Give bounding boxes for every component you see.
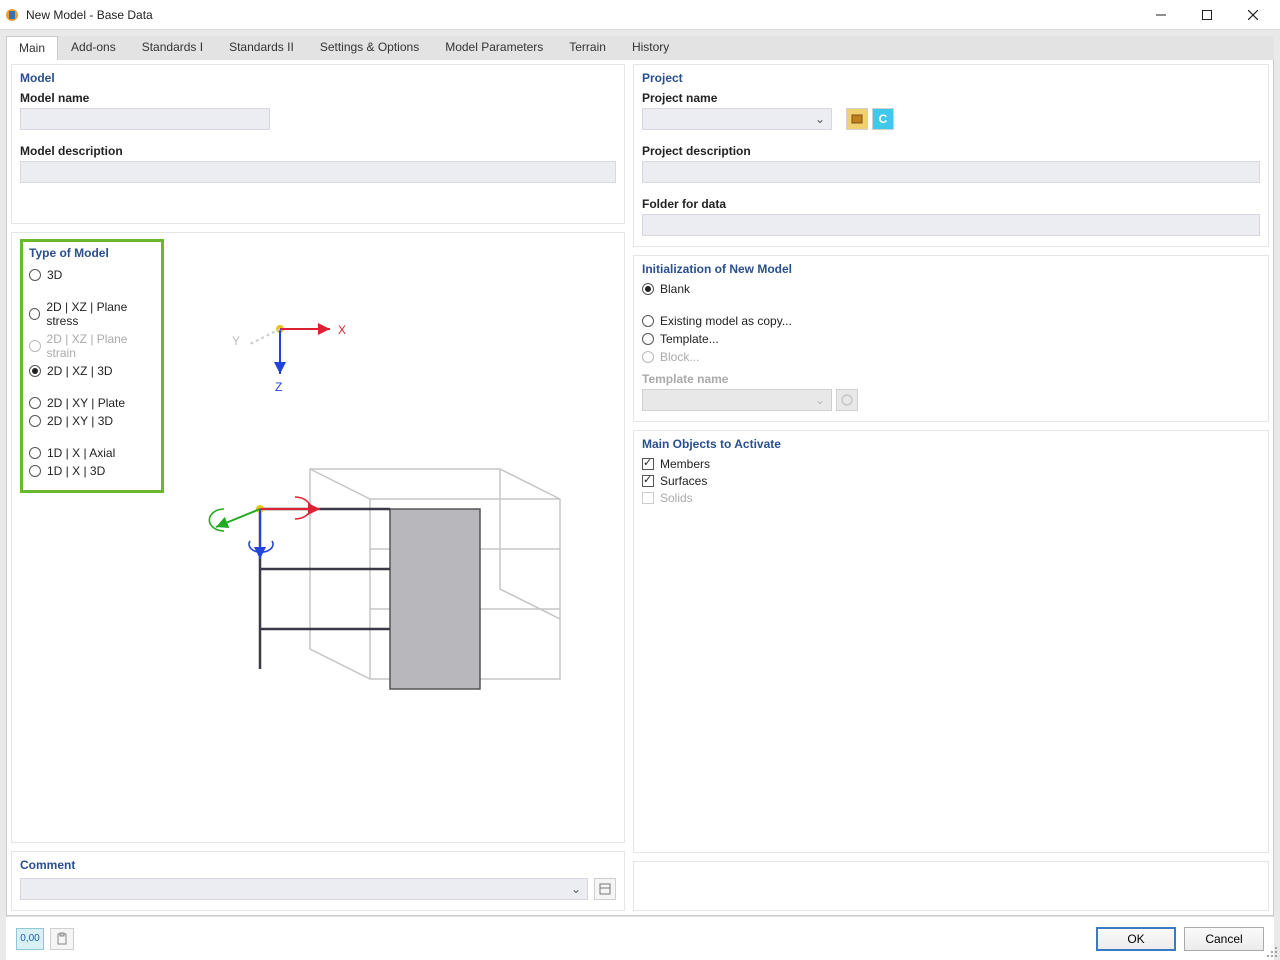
init-option-label: Block... [660,350,699,364]
model-type-label: 2D | XY | Plate [47,396,125,410]
chevron-down-icon: ⌄ [813,393,827,407]
project-name-dropdown[interactable]: ⌄ [642,108,832,130]
object-option-label: Surfaces [660,474,707,488]
model-type-option[interactable]: 2D | XY | Plate [29,396,155,410]
svg-text:Z: Z [275,380,282,394]
model-type-label: 2D | XZ | Plane stress [46,300,155,328]
comment-input[interactable]: ⌄ [20,878,588,900]
template-name-label: Template name [642,372,1260,386]
project-manager-button[interactable] [846,108,868,130]
init-option[interactable]: Blank [642,282,1260,296]
type-of-model-group: Type of Model 3D 2D | XZ | Plane stress 2D… [11,232,625,843]
object-option-label: Members [660,457,710,471]
svg-text:X: X [338,323,346,337]
type-of-model-highlight: Type of Model 3D 2D | XZ | Plane stress 2D… [20,239,164,493]
tab-standards2[interactable]: Standards II [216,35,307,60]
comment-title: Comment [20,858,616,872]
model-type-option[interactable]: 1D | X | 3D [29,464,155,478]
cancel-button[interactable]: Cancel [1184,927,1264,951]
building-illustration [200,449,620,729]
app-icon [4,7,20,23]
model-type-label: 3D [47,268,62,282]
template-button [836,389,858,411]
init-option: Block... [642,350,1260,364]
model-type-label: 2D | XZ | 3D [47,364,113,378]
tab-history[interactable]: History [619,35,682,60]
tab-terrain[interactable]: Terrain [556,35,619,60]
model-type-option[interactable]: 1D | X | Axial [29,446,155,460]
init-option[interactable]: Template... [642,332,1260,346]
model-type-option[interactable]: 2D | XZ | Plane stress [29,300,155,328]
model-type-label: 2D | XZ | Plane strain [47,332,155,360]
window-title: New Model - Base Data [26,8,1138,22]
object-option-label: Solids [660,491,693,505]
tab-main[interactable]: Main [6,36,58,60]
cloud-button[interactable]: C [872,108,894,130]
project-desc-label: Project description [642,144,1260,158]
object-option: Solids [642,491,1260,505]
model-group: Model Model name Model description [11,64,625,224]
folder-label: Folder for data [642,197,1260,211]
init-option[interactable]: Existing model as copy... [642,314,1260,328]
chevron-down-icon: ⌄ [813,112,827,126]
close-button[interactable] [1230,0,1276,30]
model-desc-input[interactable] [20,161,616,183]
init-group: Initialization of New Model Blank Existin… [633,255,1269,422]
model-type-label: 2D | XY | 3D [47,414,113,428]
project-name-label: Project name [642,91,1260,105]
init-option-label: Blank [660,282,690,296]
model-type-option[interactable]: 2D | XY | 3D [29,414,155,428]
init-title: Initialization of New Model [642,262,1260,276]
project-title: Project [642,71,1260,85]
footer: 0,00 OK Cancel [6,916,1274,960]
tab-standards1[interactable]: Standards I [129,35,216,60]
model-name-label: Model name [20,91,616,105]
tabstrip: Main Add-ons Standards I Standards II Se… [6,36,1274,60]
titlebar: New Model - Base Data [0,0,1280,30]
resize-grip-icon[interactable] [1266,946,1278,958]
model-type-option: 2D | XZ | Plane strain [29,332,155,360]
right-spacer-group [633,861,1269,911]
type-of-model-title: Type of Model [29,246,155,260]
comment-edit-button[interactable] [594,878,616,900]
init-option-label: Template... [660,332,719,346]
project-group: Project Project name ⌄ C Project descrip… [633,64,1269,247]
model-preview: X Z Y [190,249,610,826]
units-button[interactable]: 0,00 [16,928,44,950]
chevron-down-icon: ⌄ [569,882,583,896]
model-type-label: 1D | X | 3D [47,464,105,478]
tab-addons[interactable]: Add-ons [58,35,129,60]
ok-button[interactable]: OK [1096,927,1176,951]
object-option[interactable]: Members [642,457,1260,471]
object-option[interactable]: Surfaces [642,474,1260,488]
model-type-label: 1D | X | Axial [47,446,115,460]
svg-text:Y: Y [232,334,240,348]
objects-title: Main Objects to Activate [642,437,1260,451]
model-type-option[interactable]: 3D [29,268,155,282]
objects-group: Main Objects to Activate Members Surfaces… [633,430,1269,853]
tab-model-params[interactable]: Model Parameters [432,35,556,60]
tab-settings[interactable]: Settings & Options [307,35,432,60]
model-type-option[interactable]: 2D | XZ | 3D [29,364,155,378]
init-option-label: Existing model as copy... [660,314,792,328]
clipboard-button[interactable] [50,928,74,950]
model-name-input[interactable] [20,108,270,130]
minimize-button[interactable] [1138,0,1184,30]
maximize-button[interactable] [1184,0,1230,30]
model-desc-label: Model description [20,144,616,158]
comment-group: Comment ⌄ [11,851,625,911]
model-group-title: Model [20,71,616,85]
folder-input[interactable] [642,214,1260,236]
axes-icon: X Z Y [210,309,390,429]
project-desc-input[interactable] [642,161,1260,183]
template-dropdown: ⌄ [642,389,832,411]
